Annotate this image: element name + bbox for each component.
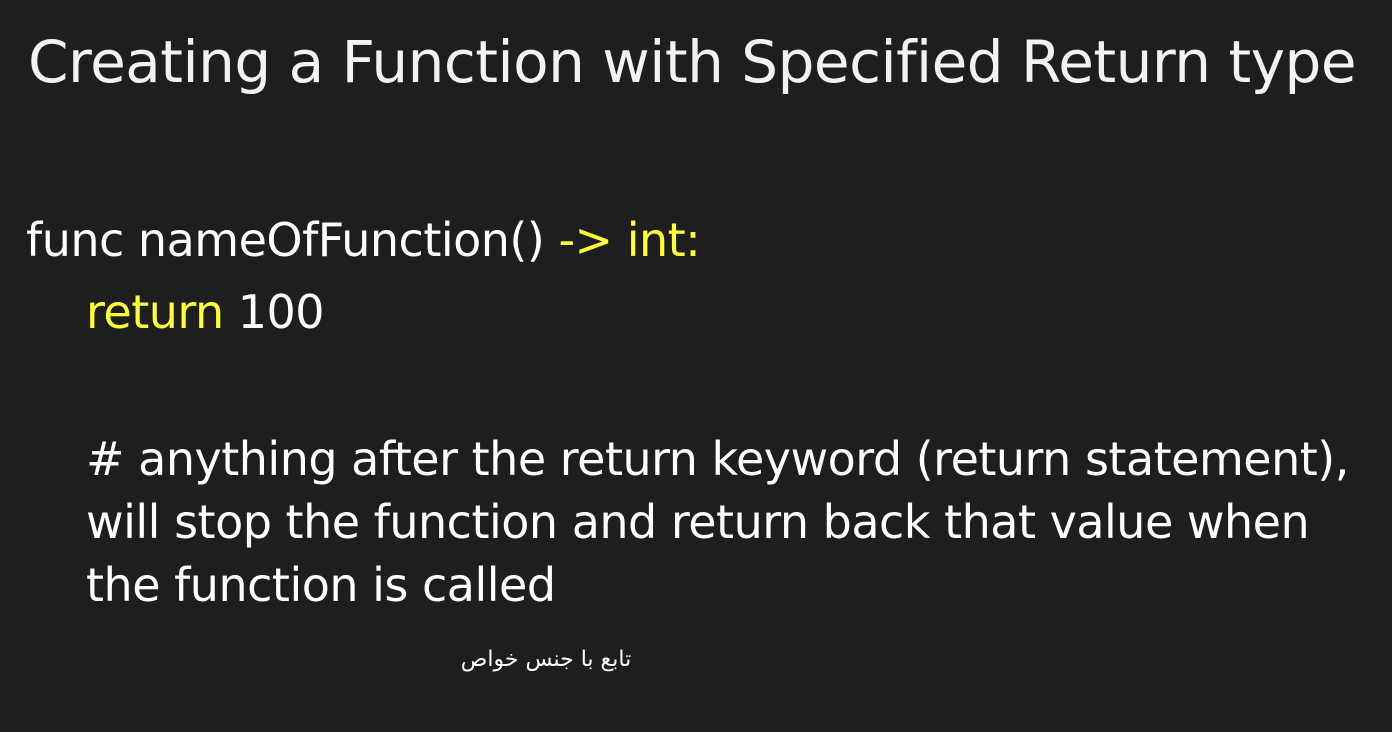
slide: Creating a Function with Specified Retur… — [0, 0, 1392, 732]
code-comment: # anything after the return keyword (ret… — [86, 432, 1349, 612]
slide-title: Creating a Function with Specified Retur… — [28, 28, 1357, 96]
code-return-keyword: return — [86, 285, 224, 339]
code-line-return-statement: return 100 — [86, 282, 325, 342]
video-caption: تابع با جنس خواص — [460, 647, 632, 672]
code-return-type: -> int: — [558, 213, 701, 267]
code-line-function-signature: func nameOfFunction() -> int: — [26, 210, 701, 270]
code-function-declaration: func nameOfFunction() — [26, 213, 559, 267]
code-return-value: 100 — [223, 285, 325, 339]
